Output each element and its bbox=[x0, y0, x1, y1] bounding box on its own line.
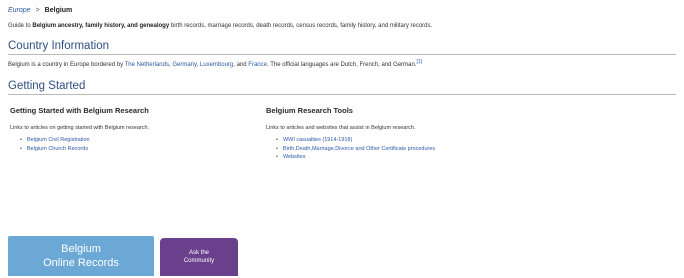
country-information-heading: Country Information bbox=[8, 40, 676, 55]
breadcrumb-separator: > bbox=[35, 7, 40, 14]
getting-started-title: Getting Started with Belgium Research bbox=[10, 106, 149, 115]
breadcrumb-current: Belgium bbox=[44, 7, 73, 14]
country-description: Belgium is a country in Europe bordered … bbox=[8, 59, 676, 68]
link-germany[interactable]: Germany bbox=[172, 62, 196, 68]
list-item-civil-registration[interactable]: Belgium Civil Registration bbox=[20, 136, 255, 145]
link-france[interactable]: France bbox=[248, 62, 267, 68]
ask-community-button[interactable]: Ask the Community bbox=[160, 238, 238, 276]
list-item-websites[interactable]: Websites bbox=[276, 153, 666, 162]
research-tools-list: WWI casualties (1914-1918) Birth,Death,M… bbox=[266, 136, 666, 162]
country-text-and: , and bbox=[233, 62, 249, 68]
breadcrumb: Europe > Belgium bbox=[8, 6, 676, 16]
link-luxembourg[interactable]: Luxembourg bbox=[200, 62, 233, 68]
online-records-line1: Belgium bbox=[61, 243, 101, 255]
research-tools-column: Belgium Research Tools Links to articles… bbox=[266, 106, 666, 162]
ask-community-line2: Community bbox=[183, 258, 215, 264]
intro-rest: birth records, marriage records, death r… bbox=[169, 23, 433, 29]
getting-started-columns: Getting Started with Belgium Research Li… bbox=[8, 106, 676, 180]
breadcrumb-link-europe[interactable]: Europe bbox=[8, 7, 31, 14]
intro-prefix: Guide to bbox=[8, 23, 33, 29]
link-netherlands[interactable]: The Netherlands bbox=[125, 62, 169, 68]
getting-started-column: Getting Started with Belgium Research Li… bbox=[10, 106, 255, 153]
getting-started-desc: Links to articles on getting started wit… bbox=[10, 125, 150, 131]
country-text-suffix: . The official languages are Dutch, Fren… bbox=[266, 62, 417, 68]
research-tools-desc: Links to articles and websites that assi… bbox=[266, 125, 416, 131]
list-item-wwi-casualties[interactable]: WWI casualties (1914-1918) bbox=[276, 136, 666, 145]
online-records-line2: Online Records bbox=[43, 257, 119, 269]
online-records-button[interactable]: Belgium Online Records bbox=[8, 236, 154, 276]
intro-bold: Belgium ancestry, family history, and ge… bbox=[32, 23, 170, 29]
intro-text: Guide to Belgium ancestry, family histor… bbox=[8, 23, 676, 29]
ask-community-line1: Ask the bbox=[188, 250, 209, 256]
research-tools-title: Belgium Research Tools bbox=[266, 106, 353, 115]
getting-started-heading: Getting Started bbox=[8, 80, 676, 95]
getting-started-list: Belgium Civil Registration Belgium Churc… bbox=[10, 136, 255, 153]
list-item-certificate-procedures[interactable]: Birth,Death,Marriage,Divorce and Other C… bbox=[276, 145, 666, 154]
country-text-prefix: Belgium is a country in Europe bordered … bbox=[8, 62, 125, 68]
list-item-church-records[interactable]: Belgium Church Records bbox=[20, 145, 255, 154]
footnote-link[interactable]: [1] bbox=[417, 59, 423, 65]
page-content: Europe > Belgium Guide to Belgium ancestry… bbox=[8, 6, 676, 180]
